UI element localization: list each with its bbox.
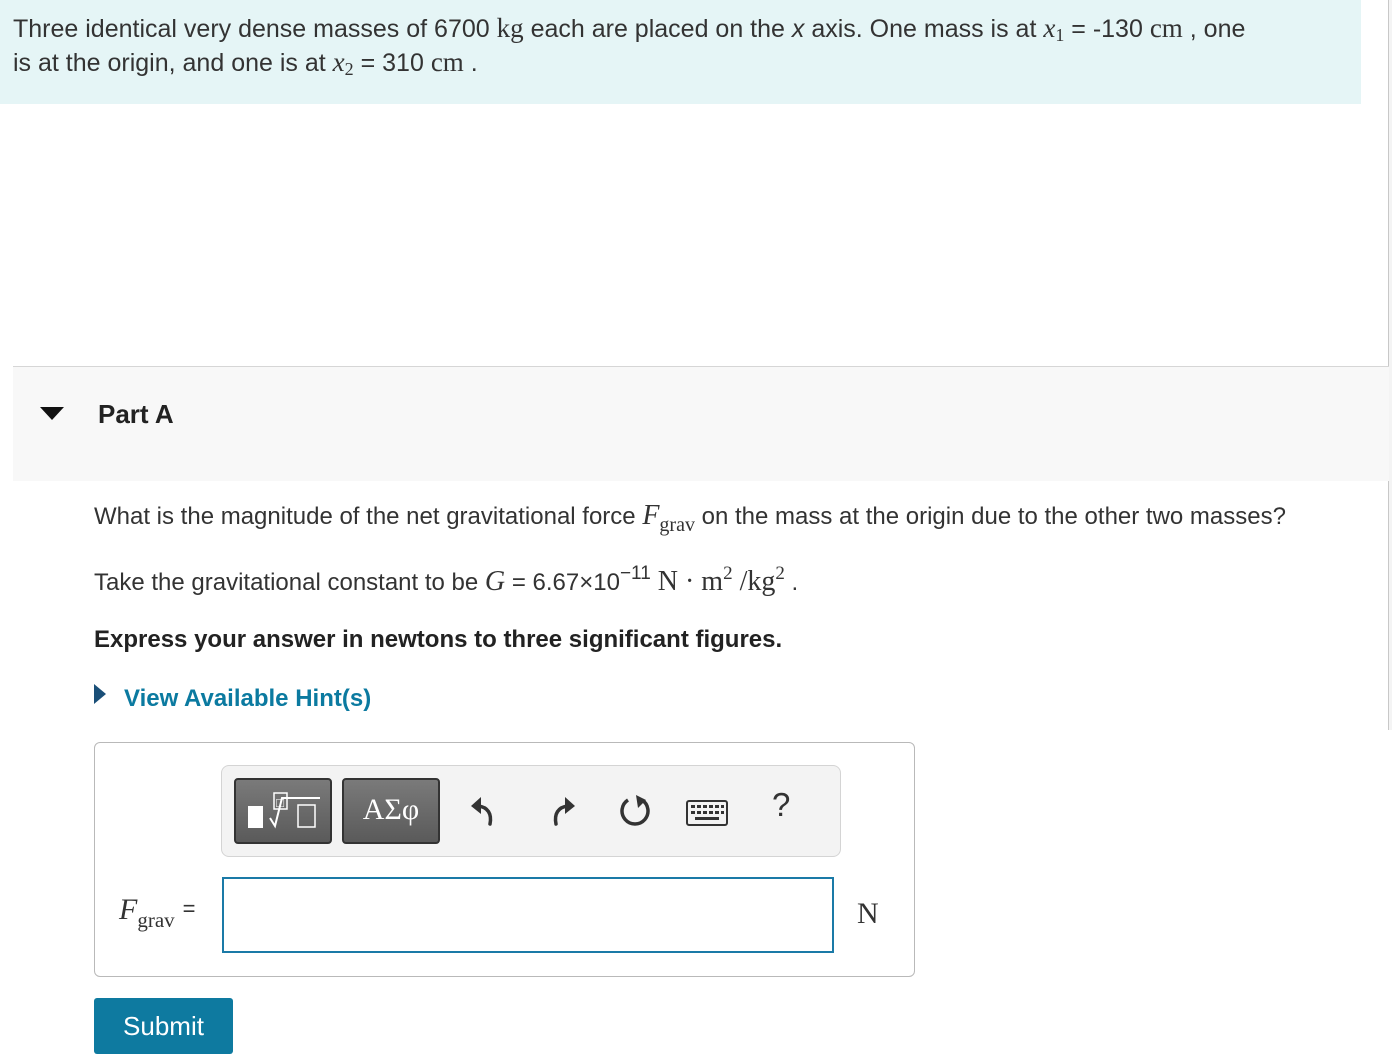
keyboard-icon[interactable] [686,800,728,828]
g-equals: = [505,569,533,596]
answer-label-equals: = [182,896,196,921]
mass-value: 6700 [434,15,490,43]
redo-icon[interactable] [544,792,578,830]
g-unit-kg-exponent: 2 [775,563,785,584]
scrollbar[interactable] [1388,0,1392,730]
g-value: 6.67×10 [532,569,620,596]
x1-subscript: 1 [1055,25,1065,45]
intro-text-5: is at the origin, and one is at [13,49,333,77]
intro-text-3: axis. One mass is at [804,15,1044,43]
force-variable: F [642,500,660,531]
answer-panel: □ ΑΣφ ? Fgrav = N [94,742,915,977]
x1-equals: = [1064,15,1093,43]
view-hints-link[interactable]: View Available Hint(s) [94,684,371,713]
x-axis-variable: x [791,15,805,43]
view-hints-label: View Available Hint(s) [124,685,372,712]
answer-unit: N [857,897,879,930]
question-text: What is the magnitude of the net gravita… [94,500,1286,535]
answer-label-variable: F [119,893,138,926]
constant-text-end: . [784,569,799,596]
g-unit-kg: /kg [732,566,776,597]
g-unit-n-m: N · m [650,566,724,597]
question-text-b: on the mass at the origin due to the oth… [694,503,1286,530]
x2-subscript: 2 [344,59,354,79]
x2-unit: cm [430,47,464,77]
x1-value: -130 [1092,15,1143,43]
g-unit-m-exponent: 2 [723,563,733,584]
submit-button[interactable]: Submit [94,998,233,1054]
x1-unit: cm [1149,13,1183,43]
gravitational-constant-text: Take the gravitational constant to be G … [94,563,799,598]
intro-text-1: Three identical very dense masses of [13,15,435,43]
templates-icon: □ [248,792,320,829]
reset-icon[interactable] [616,792,654,830]
x1-variable: x [1043,13,1056,43]
g-variable: G [484,566,506,597]
answer-input[interactable] [222,877,834,953]
templates-button[interactable]: □ [234,778,332,844]
symbols-button[interactable]: ΑΣφ [342,778,440,844]
undo-icon[interactable] [468,792,502,830]
x2-variable: x [332,47,345,77]
constant-text-a: Take the gravitational constant to be [94,569,485,596]
answer-instruction: Express your answer in newtons to three … [94,626,783,653]
help-button[interactable]: ? [772,786,790,824]
question-text-a: What is the magnitude of the net gravita… [94,503,643,530]
intro-text-2: each are placed on the [523,15,792,43]
expand-caret-icon [94,684,106,704]
g-exponent: −11 [619,563,651,584]
mass-unit: kg [496,13,524,43]
part-a-header[interactable]: Part A [13,366,1389,481]
x2-value: 310 [382,49,424,77]
part-title: Part A [98,399,174,429]
x2-equals: = [353,49,383,77]
answer-label: Fgrav = [119,893,196,931]
intro-text-6: . [463,49,478,77]
answer-label-subscript: grav [137,908,175,932]
math-toolbar: □ ΑΣφ ? [221,765,841,857]
intro-text-4: , one [1182,15,1246,43]
collapse-caret-icon[interactable] [40,407,64,420]
problem-statement: Three identical very dense masses of 670… [0,0,1361,104]
force-subscript: grav [659,514,695,536]
